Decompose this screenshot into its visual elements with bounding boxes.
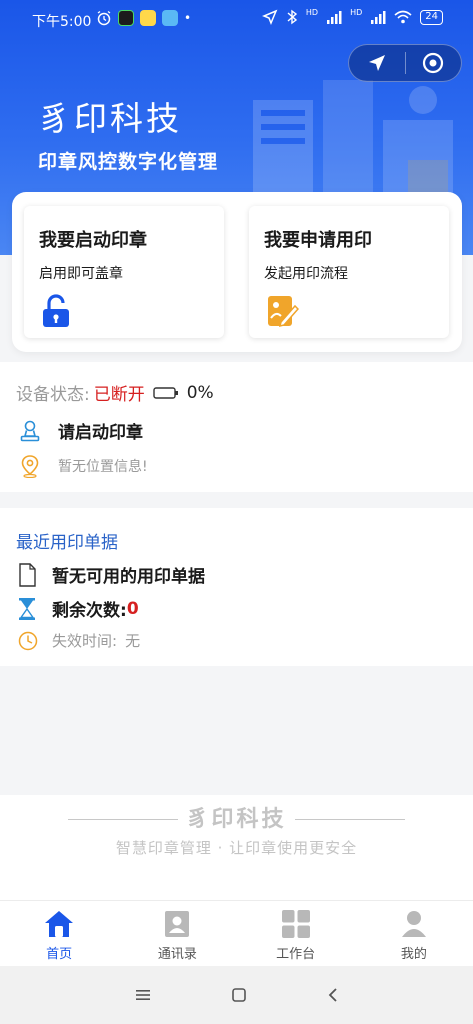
- location-button[interactable]: [349, 45, 405, 81]
- status-time: 下午5:00: [32, 14, 92, 30]
- upload-notification-icon: [162, 10, 178, 26]
- battery-empty-icon: [153, 386, 178, 399]
- footer-slogan: 智慧印章管理 · 让印章使用更安全: [115, 839, 358, 857]
- action-cards: 我要启动印章 启用即可盖章 我要申请用印 发起用印流程: [12, 192, 462, 352]
- alarm-icon: [97, 10, 111, 26]
- more-dot-icon: •: [184, 11, 192, 25]
- wifi-icon: [394, 10, 412, 24]
- signal-hd-label: HD: [350, 7, 363, 17]
- battery-indicator: 24: [420, 9, 443, 25]
- device-status-label: 设备状态:: [16, 385, 90, 405]
- card-description: 启用即可盖章: [39, 266, 123, 282]
- empty-records-text: 暂无可用的用印单据: [52, 567, 205, 587]
- apply-seal-card[interactable]: 我要申请用印 发起用印流程: [249, 206, 449, 338]
- expire-time-value: 无: [125, 632, 141, 650]
- navigation-arrow-icon: [368, 55, 385, 71]
- hourglass-icon: [19, 597, 35, 620]
- brand-title: 豸印科技: [38, 99, 182, 138]
- home-icon: [45, 911, 74, 937]
- recent-records-title[interactable]: 最近用印单据: [16, 528, 118, 553]
- tab-home[interactable]: 首页: [0, 901, 118, 966]
- app-notification-icon: [140, 10, 156, 26]
- app-notification-icon: [118, 10, 134, 26]
- expire-time-label: 失效时间:: [52, 632, 118, 650]
- bottom-tab-bar: 首页 通讯录 工作台 我的: [0, 900, 473, 966]
- tab-label: 通讯录: [157, 947, 197, 962]
- location-arrow-icon: [261, 9, 278, 25]
- signal-icon: [327, 11, 342, 24]
- home-square-icon[interactable]: [230, 986, 248, 1004]
- device-status-section: 设备状态: 已断开 0% 请启动印章 暂无位置信息!: [0, 362, 473, 492]
- device-status-value: 已断开: [93, 385, 145, 405]
- card-title: 我要启动印章: [39, 230, 147, 251]
- mini-program-capsule: [348, 44, 462, 82]
- remaining-count-label: 剩余次数:: [52, 601, 127, 621]
- close-miniprogram-button[interactable]: [406, 45, 462, 81]
- tab-profile[interactable]: 我的: [355, 901, 473, 966]
- seal-stamp-icon: [20, 420, 40, 441]
- card-description: 发起用印流程: [264, 266, 348, 282]
- menu-icon[interactable]: [134, 988, 152, 1002]
- tab-contacts[interactable]: 通讯录: [118, 901, 236, 966]
- tab-label: 工作台: [276, 947, 316, 962]
- start-seal-prompt: 请启动印章: [58, 423, 143, 443]
- bluetooth-icon: [287, 9, 298, 25]
- workbench-icon: [281, 910, 310, 938]
- edit-document-icon: [268, 296, 299, 328]
- start-seal-row[interactable]: 请启动印章: [20, 418, 143, 443]
- profile-icon: [401, 911, 426, 937]
- start-seal-card[interactable]: 我要启动印章 启用即可盖章: [24, 206, 224, 338]
- device-battery-percent: 0%: [186, 382, 214, 403]
- brand-subtitle: 印章风控数字化管理: [38, 151, 219, 173]
- tab-label: 首页: [46, 947, 73, 962]
- document-icon: [19, 562, 36, 587]
- recent-records-section: 最近用印单据 暂无可用的用印单据 剩余次数: 0 失效时间: 无: [0, 508, 473, 666]
- unlock-icon: [43, 294, 69, 327]
- footer-brand: 豸印科技 智慧印章管理 · 让印章使用更安全: [0, 795, 473, 900]
- status-bar: 下午5:00 • HD HD 24: [0, 0, 473, 40]
- card-title: 我要申请用印: [264, 230, 372, 251]
- target-circle-icon: [423, 52, 444, 74]
- contacts-icon: [165, 911, 190, 937]
- tab-label: 我的: [400, 947, 427, 962]
- location-pin-icon: [21, 455, 39, 478]
- remaining-count-value: 0: [126, 598, 139, 619]
- system-navigation-bar: [0, 966, 473, 1024]
- tab-workbench[interactable]: 工作台: [237, 901, 355, 966]
- signal-hd-label: HD: [305, 7, 319, 17]
- back-icon[interactable]: [326, 986, 340, 1004]
- location-info: 暂无位置信息!: [58, 459, 148, 475]
- footer-brand-title: 豸印科技: [186, 807, 287, 832]
- clock-icon: [18, 631, 38, 650]
- signal-icon: [371, 11, 386, 24]
